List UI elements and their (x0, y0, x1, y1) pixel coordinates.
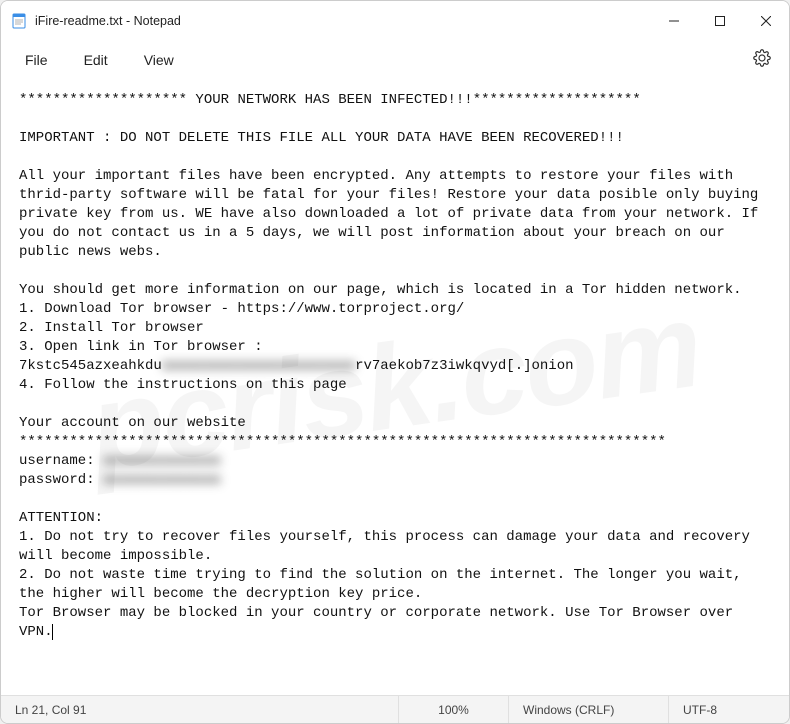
titlebar: iFire-readme.txt - Notepad (1, 1, 789, 41)
menubar: File Edit View (1, 41, 789, 79)
onion-prefix: 7kstc545azxeahkdu (19, 358, 162, 374)
username-redacted: aaaaaaaaaaaaaa (103, 453, 221, 469)
onion-redacted: aaaaaaaaaaaaaaaaaaaaaaa (162, 358, 355, 374)
text-paragraph: 2. Do not waste time trying to find the … (19, 567, 750, 602)
notepad-window: iFire-readme.txt - Notepad File Edit Vie… (0, 0, 790, 724)
text-line: ****************************************… (19, 434, 666, 450)
maximize-button[interactable] (697, 1, 743, 41)
text-paragraph: 1. Do not try to recover files yourself,… (19, 529, 758, 564)
onion-suffix: rv7aekob7z3iwkqvyd[.]onion (355, 358, 573, 374)
username-label: username: (19, 453, 103, 469)
gear-icon (753, 49, 771, 67)
password-label: password: (19, 472, 103, 488)
statusbar: Ln 21, Col 91 100% Windows (CRLF) UTF-8 (1, 695, 789, 723)
close-button[interactable] (743, 1, 789, 41)
text-line: ******************** (19, 92, 187, 108)
text-caret (52, 624, 53, 640)
password-redacted: aaaaaaaaaaaaaa (103, 472, 221, 488)
text-line: 3. Open link in Tor browser : (19, 339, 263, 355)
menu-edit[interactable]: Edit (68, 48, 124, 72)
status-encoding: UTF-8 (669, 696, 789, 723)
minimize-button[interactable] (651, 1, 697, 41)
text-line: ATTENTION: (19, 510, 103, 526)
text-paragraph: All your important files have been encry… (19, 168, 767, 260)
status-zoom[interactable]: 100% (399, 696, 509, 723)
status-line-ending: Windows (CRLF) (509, 696, 669, 723)
text-line: IMPORTANT : DO NOT DELETE THIS FILE ALL … (19, 130, 624, 146)
text-line: 2. Install Tor browser (19, 320, 204, 336)
text-line: 1. Download Tor browser - https://www.to… (19, 301, 464, 317)
text-line: 4. Follow the instructions on this page (19, 377, 347, 393)
text-line: You should get more information on our p… (19, 282, 742, 298)
menu-view[interactable]: View (128, 48, 190, 72)
window-controls (651, 1, 789, 41)
text-line: YOUR NETWORK HAS BEEN INFECTED!!! (187, 92, 473, 108)
text-paragraph: Tor Browser may be blocked in your count… (19, 605, 742, 640)
notepad-icon (11, 13, 27, 29)
settings-button[interactable] (743, 45, 781, 76)
text-line: ******************** (473, 92, 641, 108)
text-area[interactable]: pcrisk.com******************** YOUR NETW… (1, 79, 789, 695)
window-title: iFire-readme.txt - Notepad (35, 14, 651, 28)
text-line: Your account on our website (19, 415, 246, 431)
status-position: Ln 21, Col 91 (1, 696, 399, 723)
menu-file[interactable]: File (9, 48, 64, 72)
